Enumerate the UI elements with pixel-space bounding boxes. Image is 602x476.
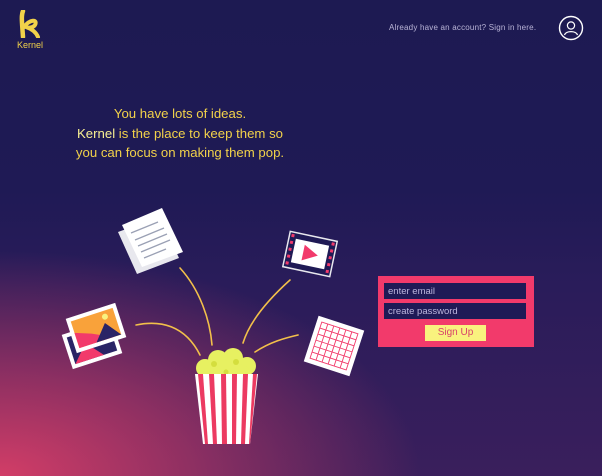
sign-up-button[interactable]: Sign Up bbox=[425, 325, 486, 341]
signup-form: Sign Up bbox=[378, 276, 534, 347]
idea-connector-lines bbox=[135, 267, 299, 356]
password-field[interactable] bbox=[384, 303, 526, 319]
popcorn-icon bbox=[195, 348, 258, 444]
photos-icon bbox=[61, 302, 127, 370]
email-field[interactable] bbox=[384, 283, 526, 299]
document-icon bbox=[118, 208, 183, 274]
calendar-icon bbox=[303, 315, 365, 377]
video-icon bbox=[281, 230, 339, 278]
popcorn-illustration bbox=[61, 208, 365, 444]
